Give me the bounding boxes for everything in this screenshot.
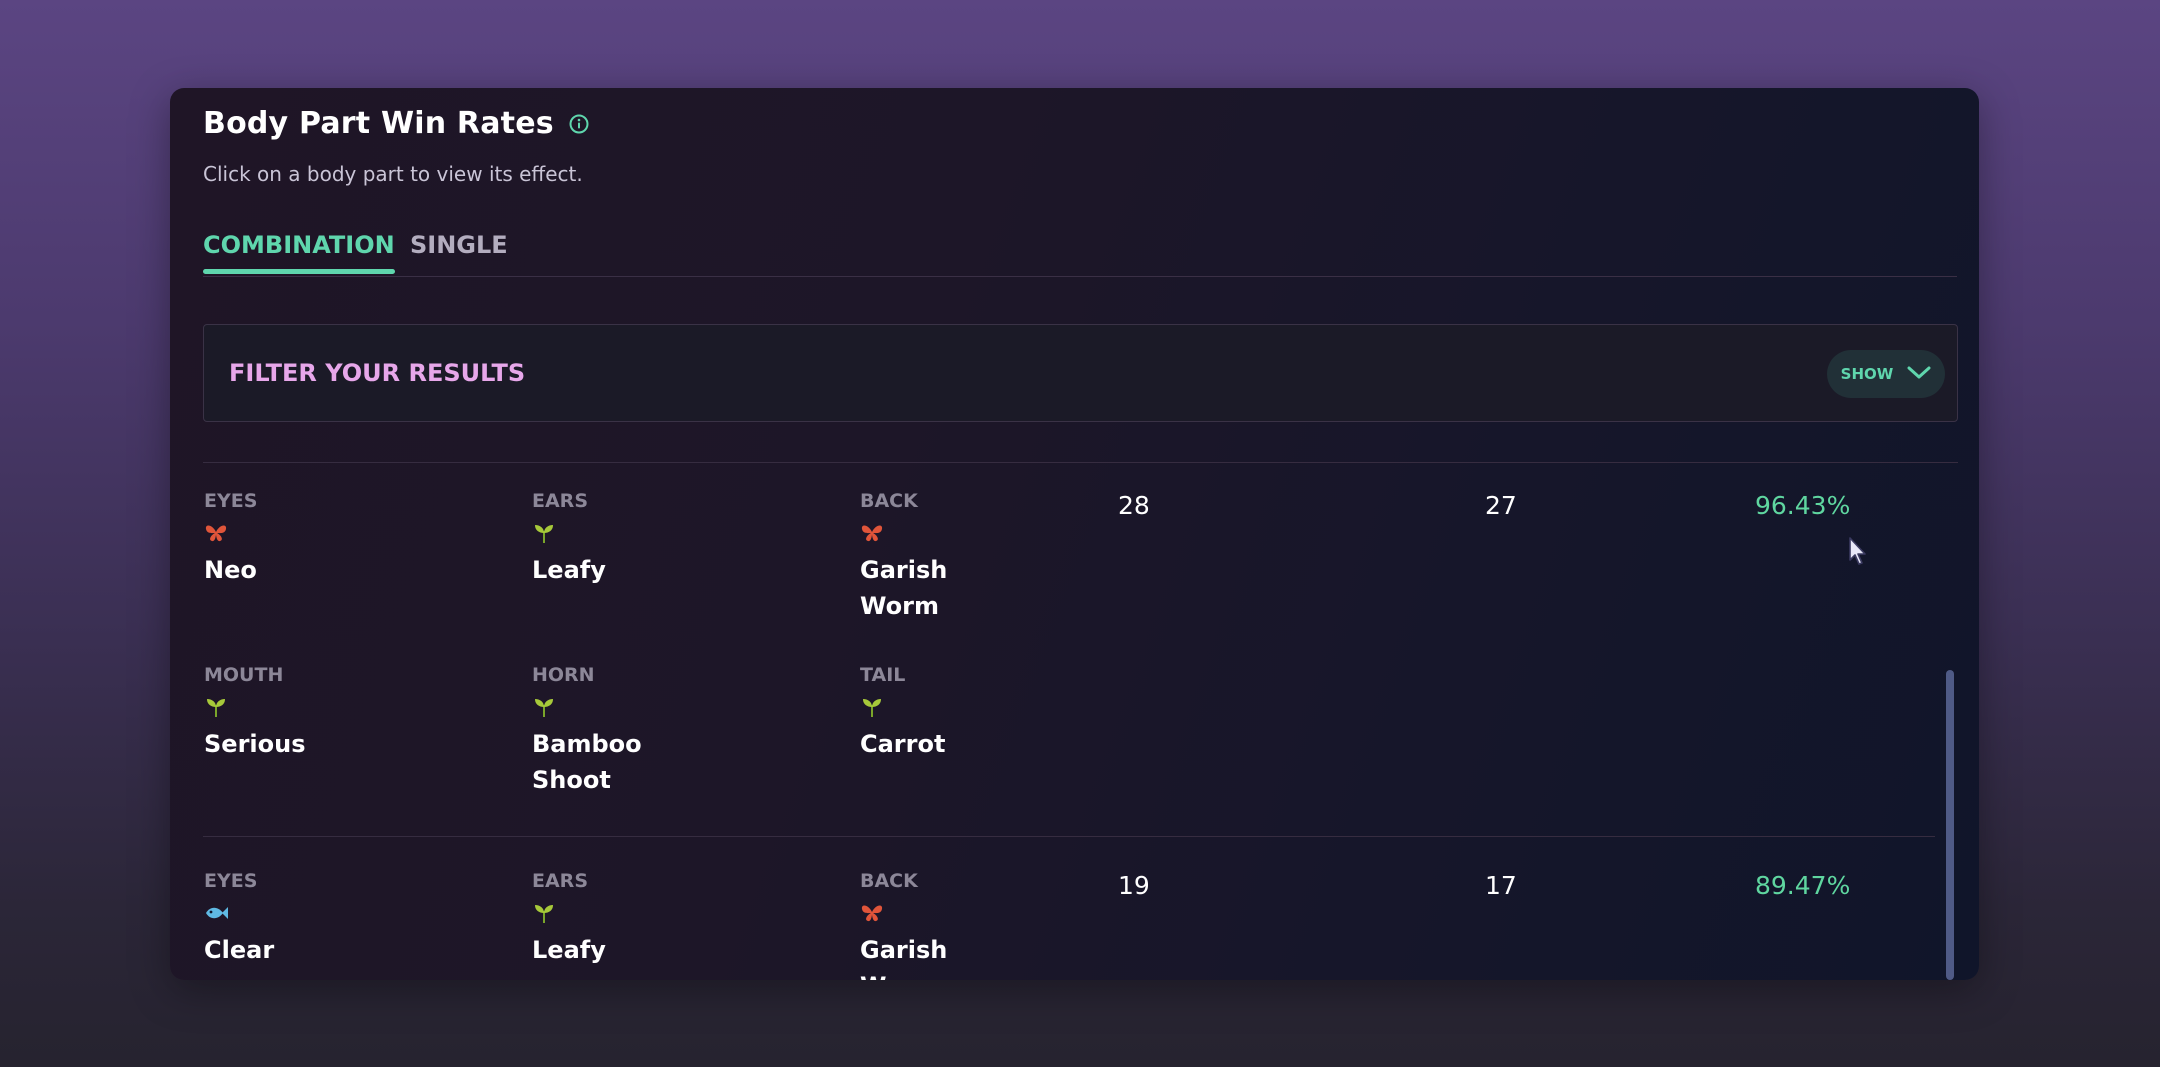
part-label: EARS (532, 490, 588, 512)
part-back: BACK Garish Worm (860, 490, 1160, 624)
part-name[interactable]: Carrot (860, 726, 980, 762)
sprout-icon (204, 696, 228, 718)
row-divider (203, 836, 1935, 837)
part-eyes: EYES Neo (204, 490, 504, 588)
wins: 17 (1485, 871, 1517, 900)
total-games: 19 (1118, 871, 1150, 900)
sprout-icon (532, 902, 556, 924)
sprout-icon (532, 522, 556, 544)
card-header: Body Part Win Rates (203, 106, 590, 141)
chevron-down-icon (1907, 365, 1931, 384)
sprout-icon (860, 696, 884, 718)
mouse-cursor-icon (1848, 536, 1870, 568)
part-label: EYES (204, 490, 258, 512)
part-tail: TAIL Carrot (860, 664, 1160, 762)
part-horn: HORN Bamboo Shoot (532, 664, 832, 798)
fish-icon (204, 902, 228, 924)
part-label: BACK (860, 870, 918, 892)
part-label: BACK (860, 490, 918, 512)
sprout-icon (532, 696, 556, 718)
butterfly-icon (860, 522, 884, 544)
part-name[interactable]: Serious (204, 726, 324, 762)
part-ears: EARS Leafy (532, 490, 832, 588)
part-name[interactable]: Bamboo Shoot (532, 726, 652, 798)
total-games: 28 (1118, 491, 1150, 520)
scrollbar-thumb[interactable] (1946, 670, 1954, 980)
part-label: EARS (532, 870, 588, 892)
part-name[interactable]: Garish Worm (860, 932, 980, 980)
part-label: EYES (204, 870, 258, 892)
tab-bar: COMBINATION SINGLE (203, 228, 1957, 277)
filter-panel: FILTER YOUR RESULTS SHOW (203, 324, 1958, 422)
part-name[interactable]: Clear (204, 932, 324, 968)
tab-single[interactable]: SINGLE (410, 228, 508, 274)
part-back: BACK Garish Worm (860, 870, 1160, 980)
part-eyes: EYES Clear (204, 870, 504, 968)
part-ears: EARS Leafy (532, 870, 832, 968)
table-top-divider (203, 462, 1958, 463)
part-label: HORN (532, 664, 595, 686)
part-label: MOUTH (204, 664, 284, 686)
card-title: Body Part Win Rates (203, 106, 554, 141)
part-label: TAIL (860, 664, 906, 686)
card-subtitle: Click on a body part to view its effect. (203, 162, 583, 186)
wins: 27 (1485, 491, 1517, 520)
part-name[interactable]: Neo (204, 552, 324, 588)
butterfly-icon (860, 902, 884, 924)
part-name[interactable]: Leafy (532, 552, 652, 588)
filter-title: FILTER YOUR RESULTS (229, 359, 526, 387)
tab-combination[interactable]: COMBINATION (203, 228, 395, 274)
part-name[interactable]: Leafy (532, 932, 652, 968)
butterfly-icon (204, 522, 228, 544)
show-filters-label: SHOW (1840, 365, 1894, 383)
info-icon[interactable] (568, 113, 590, 135)
part-name[interactable]: Garish Worm (860, 552, 980, 624)
show-filters-button[interactable]: SHOW (1827, 350, 1945, 398)
body-part-win-rates-card: Body Part Win Rates Click on a body part… (170, 88, 1979, 980)
part-mouth: MOUTH Serious (204, 664, 504, 762)
win-rate: 89.47% (1755, 871, 1851, 900)
win-rate: 96.43% (1755, 491, 1851, 520)
